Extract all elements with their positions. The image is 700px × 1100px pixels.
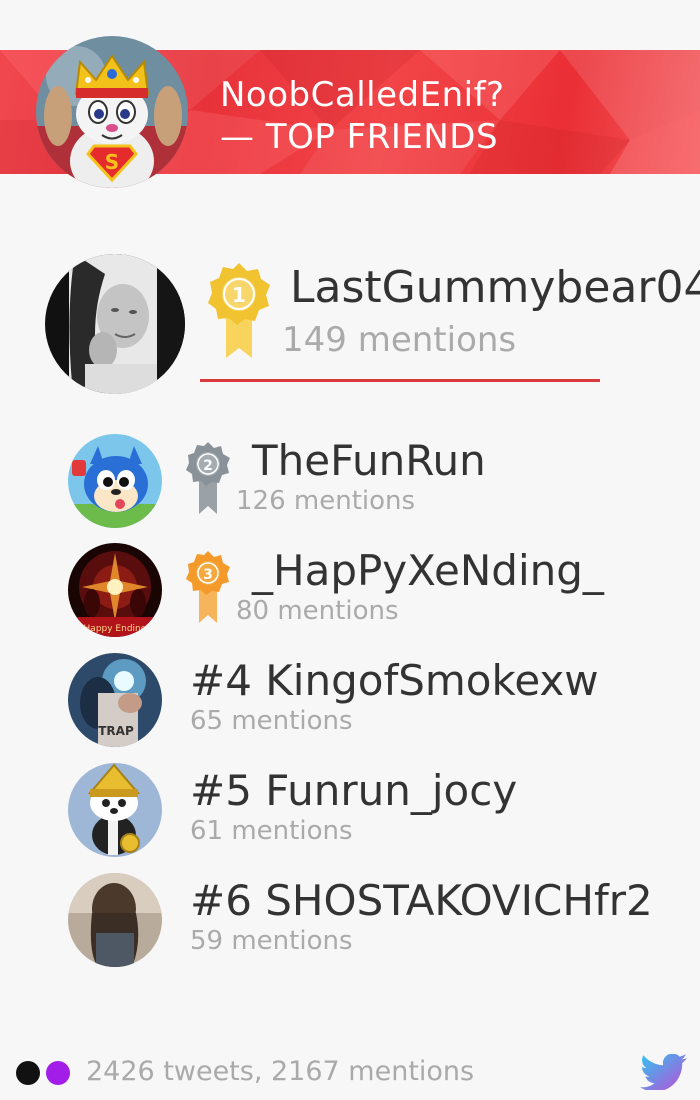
svg-text:Happy Ending: Happy Ending (84, 624, 147, 634)
friend-name-6[interactable]: #6 SHOSTAKOVICHfr2 (190, 876, 653, 925)
friend-mentions-1: 149 mentions (282, 320, 517, 360)
bronze-medal-icon: 3 (186, 551, 230, 623)
gold-medal-icon: 1 (208, 263, 270, 358)
svg-text:3: 3 (203, 567, 213, 583)
black-dot-icon (16, 1061, 40, 1085)
top-friend-divider (200, 379, 600, 382)
friend-mentions-3: 80 mentions (236, 596, 399, 626)
friend-name-1[interactable]: LastGummybear04 (290, 262, 700, 313)
svg-text:S: S (105, 150, 119, 174)
friend-mentions-4: 65 mentions (190, 706, 353, 736)
profile-avatar[interactable]: S (36, 36, 188, 188)
svg-text:TRAP: TRAP (98, 724, 134, 738)
friend-mentions-5: 61 mentions (190, 816, 353, 846)
silver-medal-icon: 2 (186, 442, 230, 514)
page-title: NoobCalledEnif? — TOP FRIENDS (220, 74, 690, 158)
friend-avatar-3[interactable]: Happy Ending (68, 543, 162, 637)
friend-name-2[interactable]: TheFunRun (252, 436, 486, 485)
friend-name-4[interactable]: #4 KingofSmokexw (190, 656, 599, 705)
tweet-stats: 2426 tweets, 2167 mentions (86, 1056, 475, 1087)
profile-name: NoobCalledEnif? (220, 75, 505, 115)
page-subtitle: — TOP FRIENDS (220, 117, 499, 157)
friend-mentions-2: 126 mentions (236, 486, 416, 516)
friend-mentions-6: 59 mentions (190, 926, 353, 956)
purple-dot-icon (46, 1061, 70, 1085)
svg-text:2: 2 (203, 458, 213, 474)
friend-name-3[interactable]: _HapPyXeNding_ (252, 546, 604, 595)
friend-avatar-6[interactable] (68, 873, 162, 967)
friend-name-5[interactable]: #5 Funrun_jocy (190, 766, 517, 815)
friend-avatar-5[interactable] (68, 763, 162, 857)
twitter-bird-icon[interactable] (640, 1054, 688, 1090)
svg-text:1: 1 (232, 283, 246, 307)
friend-avatar-1[interactable] (45, 254, 185, 394)
friend-avatar-2[interactable] (68, 434, 162, 528)
friend-avatar-4[interactable]: TRAP (68, 653, 162, 747)
